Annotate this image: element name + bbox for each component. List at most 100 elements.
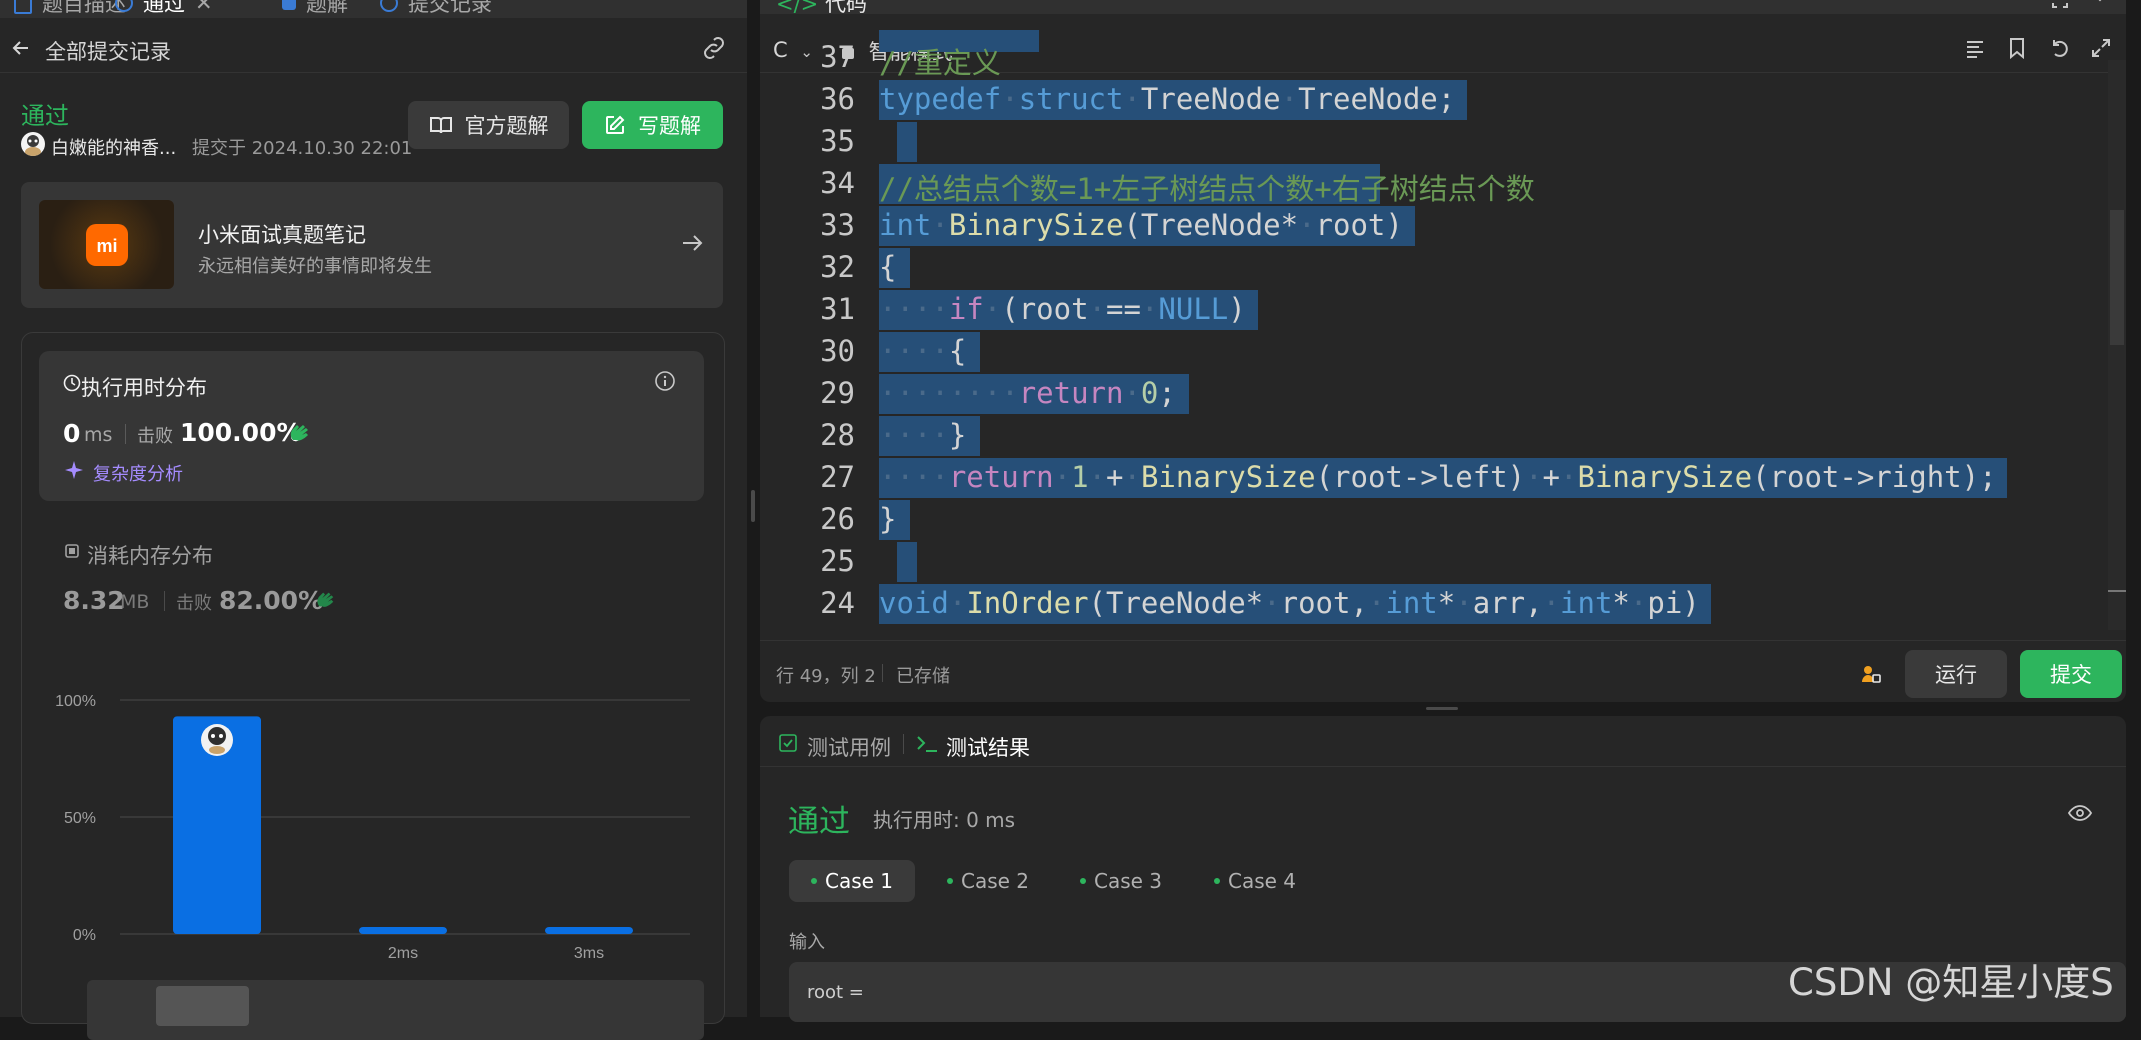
pass-dot <box>811 878 817 884</box>
editor-title-label: 代码 <box>824 0 867 16</box>
splitter-handle[interactable] <box>751 490 755 522</box>
official-solution-button[interactable]: 官方题解 <box>408 101 569 149</box>
history-icon <box>115 0 133 12</box>
pass-dot <box>1080 878 1086 884</box>
avatar[interactable] <box>21 132 45 156</box>
case-label: Case 4 <box>1228 869 1297 893</box>
book-icon <box>429 115 453 135</box>
input-value: root = <box>807 982 864 1003</box>
line-number: 25 <box>820 544 855 578</box>
edit-icon <box>604 114 626 136</box>
memory-beat-percent: 82.00% <box>219 586 324 615</box>
history-icon <box>380 0 398 12</box>
line-number: 28 <box>820 418 855 452</box>
top-tabs: 题目描述 通过 ✕ 题解 提交记录 <box>0 0 747 18</box>
clock-icon <box>63 374 81 392</box>
tab-description[interactable]: 题目描述 <box>14 0 126 18</box>
tab-submissions[interactable]: 提交记录 <box>380 0 492 18</box>
code-line: ····{ <box>879 334 967 368</box>
code-line: } <box>879 502 897 536</box>
result-status: 通过 <box>788 804 850 840</box>
case-tab-1[interactable]: Case 1 <box>789 860 916 902</box>
terminal-icon <box>915 732 939 754</box>
tab-label: 提交记录 <box>408 0 492 16</box>
user-name[interactable]: 白嫩能的神香... <box>51 134 176 160</box>
save-status: 已存储 <box>896 666 950 687</box>
editor-scrollbar[interactable] <box>2108 60 2126 630</box>
code-icon: </> <box>776 0 819 16</box>
line-number: 31 <box>820 292 855 326</box>
chevron-icon[interactable] <box>2090 0 2110 10</box>
case-tab-3[interactable]: Case 3 <box>1058 860 1184 902</box>
all-submissions-link[interactable]: 全部提交记录 <box>45 36 171 66</box>
code-line: ····} <box>879 418 967 452</box>
line-number: 33 <box>820 208 855 242</box>
tab-accepted[interactable]: 通过 ✕ <box>115 0 213 18</box>
tab-test-results[interactable]: 测试结果 <box>946 732 1030 762</box>
case-tab-2[interactable]: Case 2 <box>925 860 1051 902</box>
arrow-right-icon[interactable] <box>680 232 704 254</box>
undo-icon[interactable] <box>2049 37 2071 59</box>
submitted-time: 提交于 2024.10.30 22:01 <box>192 138 413 159</box>
line-number: 29 <box>820 376 855 410</box>
code-line: //总结点个数=1+左子树结点个数+右子树结点个数 <box>879 172 1535 206</box>
runtime-beat-label: 击败 <box>137 426 173 447</box>
runtime-unit: ms <box>84 424 113 446</box>
y-tick-label: 0% <box>73 927 96 944</box>
fullscreen-icon[interactable] <box>2090 37 2112 59</box>
case-label: Case 1 <box>825 869 894 893</box>
memory-title: 消耗内存分布 <box>87 544 213 568</box>
line-number: 34 <box>820 166 855 200</box>
write-solution-button[interactable]: 写题解 <box>582 101 723 149</box>
submit-button[interactable]: 提交 <box>2020 650 2122 698</box>
bookmark-icon[interactable] <box>2007 37 2027 59</box>
case-label: Case 2 <box>961 869 1030 893</box>
link-icon[interactable] <box>700 36 728 60</box>
code-line: ····if·(root·==·NULL) <box>879 292 1246 326</box>
complexity-analysis-link[interactable]: 复杂度分析 <box>93 460 183 486</box>
avatar <box>201 724 233 756</box>
line-number: 26 <box>820 502 855 536</box>
divider <box>164 591 165 611</box>
bar-3ms[interactable] <box>545 926 633 934</box>
pass-dot <box>947 878 953 884</box>
maximize-icon[interactable] <box>2050 0 2070 10</box>
run-button[interactable]: 运行 <box>1905 650 2007 698</box>
tab-label: 题解 <box>306 0 348 16</box>
tab-testcases[interactable]: 测试用例 <box>807 732 891 762</box>
line-number: 27 <box>820 460 855 494</box>
button-label: 官方题解 <box>464 114 549 138</box>
code-line: ········return·0; <box>879 376 1176 410</box>
tab-solutions[interactable]: 题解 <box>282 0 348 18</box>
submission-status: 通过 <box>21 102 69 130</box>
memory-value: 8.32 <box>63 586 125 615</box>
editor-header <box>760 0 2126 14</box>
divider <box>903 734 904 754</box>
scrollbar-marker <box>2108 590 2126 592</box>
info-icon[interactable] <box>654 370 676 392</box>
back-arrow-icon[interactable] <box>10 37 32 59</box>
chart-scrollbar-thumb[interactable] <box>156 986 249 1026</box>
document-icon <box>14 0 32 14</box>
button-label: 写题解 <box>638 114 701 138</box>
tab-label: 通过 <box>143 0 185 16</box>
pass-dot <box>1214 878 1220 884</box>
chip-icon <box>63 542 81 560</box>
format-icon[interactable] <box>1964 37 1986 59</box>
debug-icon[interactable] <box>1858 662 1882 686</box>
clap-icon <box>314 588 336 610</box>
code-line: //重定义 <box>879 46 1001 80</box>
promo-subtitle: 永远相信美好的事情即将发生 <box>198 256 432 277</box>
close-icon[interactable]: ✕ <box>195 0 213 15</box>
editor-scrollbar-thumb[interactable] <box>2110 210 2124 345</box>
y-tick-label: 100% <box>55 693 96 710</box>
eye-icon[interactable] <box>2068 803 2092 823</box>
horizontal-splitter-handle[interactable] <box>1426 707 1458 710</box>
code-line: typedef·struct·TreeNode·TreeNode; <box>879 82 1456 116</box>
case-tab-4[interactable]: Case 4 <box>1192 860 1318 902</box>
memory-beat-label: 击败 <box>176 593 212 614</box>
runtime-value: 0 <box>63 419 81 448</box>
case-label: Case 3 <box>1094 869 1163 893</box>
bar-2ms[interactable] <box>359 926 447 934</box>
result-runtime: 执行用时: 0 ms <box>873 808 1016 832</box>
